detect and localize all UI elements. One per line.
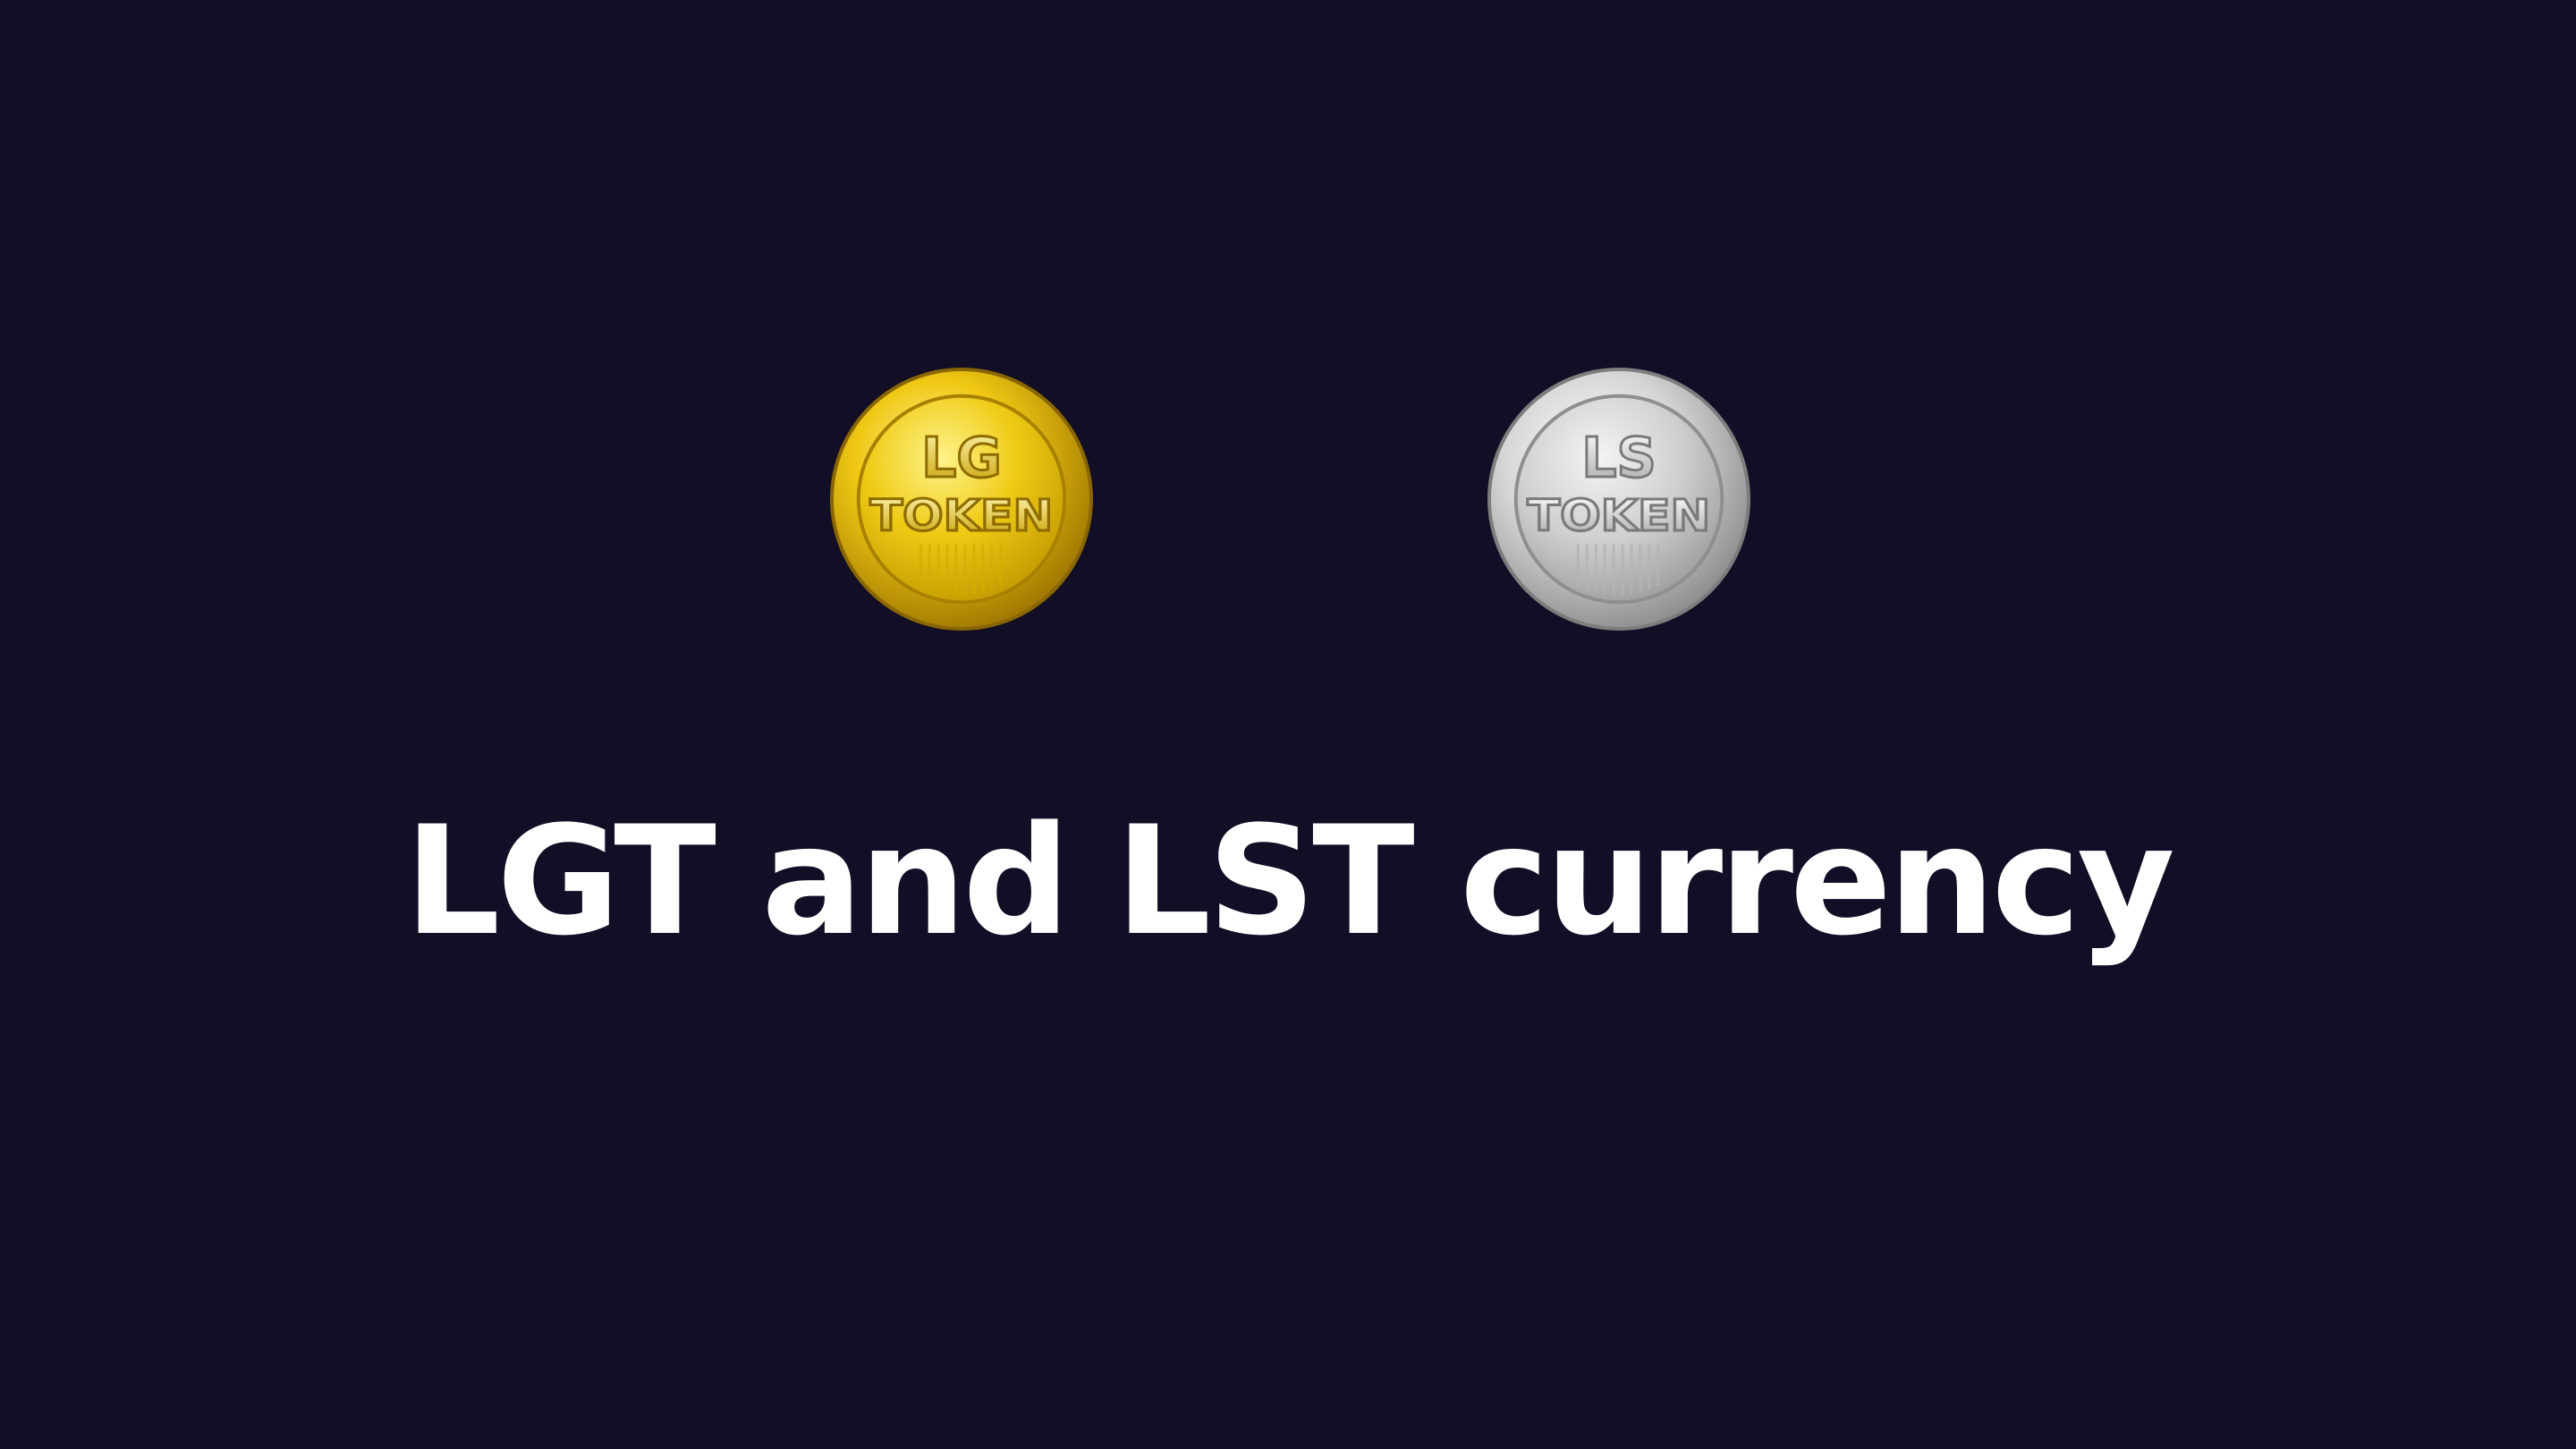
slide: LG TOKEN LS TOKEN LGT and LST currency: [0, 0, 2576, 1449]
gold-coin-graphic: LG TOKEN: [829, 367, 1094, 631]
gold-coin-line1: LG: [921, 426, 1002, 490]
headline: LGT and LST currency: [404, 793, 2174, 969]
gold-coin-line2: TOKEN: [870, 492, 1054, 541]
gold-token-coin-icon: LG TOKEN: [828, 366, 1095, 632]
silver-coin-graphic: LS TOKEN: [1487, 367, 1751, 631]
silver-coin-line2: TOKEN: [1528, 492, 1711, 541]
silver-coin-line1: LS: [1581, 426, 1657, 490]
silver-token-coin-icon: LS TOKEN: [1486, 366, 1752, 632]
